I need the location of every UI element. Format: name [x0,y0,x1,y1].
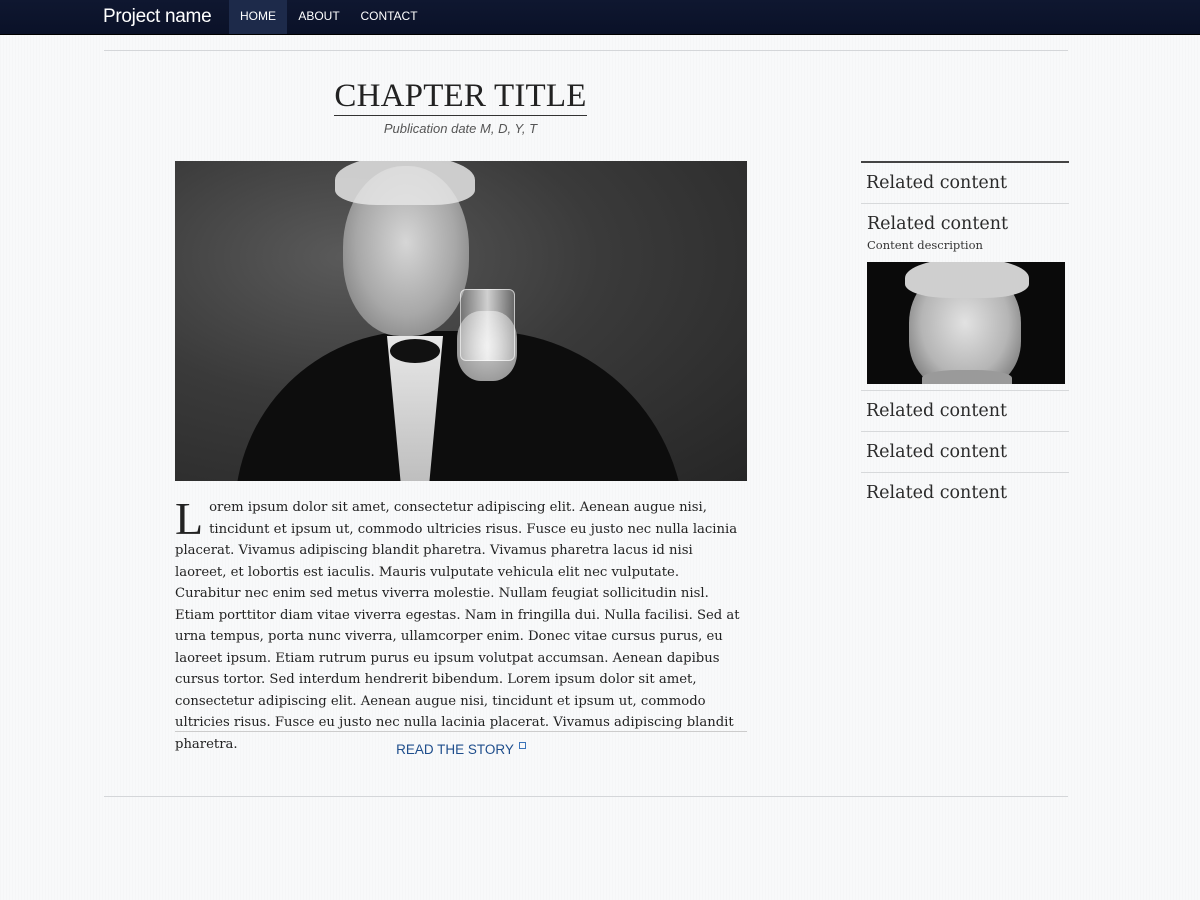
drop-cap: L [175,493,204,544]
related-content-thumbnail[interactable] [867,262,1065,384]
thumb-figure-hair [905,262,1029,298]
article-body-text: orem ipsum dolor sit amet, consectetur a… [175,500,740,752]
hero-figure-bowtie [390,339,440,363]
related-content-item[interactable]: Related content [861,163,1069,204]
nav-about[interactable]: ABOUT [291,0,347,34]
hero-figure-hair [335,161,475,205]
hero-image [175,161,747,481]
publication-date: Publication date M, D, Y, T [383,121,538,136]
read-story-label[interactable]: READ THE STORY [396,742,514,757]
related-content-featured[interactable]: Related content Content description [861,204,1069,391]
related-content-item[interactable]: Related content [861,432,1069,473]
related-content-item[interactable]: Related content [861,391,1069,432]
nav-contact[interactable]: CONTACT [354,0,424,34]
article-body: Lorem ipsum dolor sit amet, consectetur … [175,493,747,755]
brand-link[interactable]: Project name [103,6,212,28]
story-divider [175,731,747,732]
top-navbar: Project name HOME ABOUT CONTACT [0,0,1200,35]
chapter-title: CHAPTER TITLE [175,78,746,116]
nav-home[interactable]: HOME [229,0,287,34]
external-link-icon [518,742,526,749]
hero-figure-glass [460,289,515,361]
related-content-description: Content description [867,238,983,252]
top-divider [104,50,1068,51]
read-story-link[interactable]: READ THE STORY [175,742,747,757]
bottom-divider [104,796,1068,797]
related-content-title[interactable]: Related content [867,211,1065,237]
related-sidebar: Related content Related content Content … [861,161,1069,514]
related-content-item[interactable]: Related content [861,473,1069,514]
thumb-figure-collar [922,370,1012,384]
chapter-title-text: CHAPTER TITLE [334,78,587,116]
